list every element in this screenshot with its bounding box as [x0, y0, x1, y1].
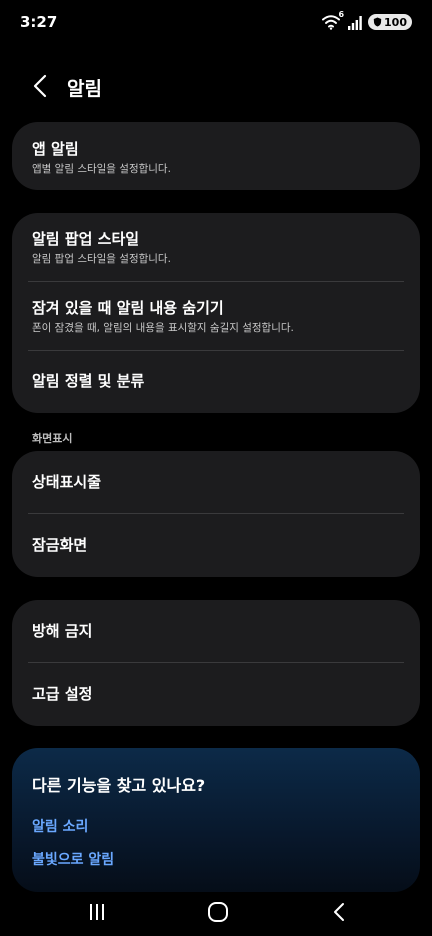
back-button[interactable]	[24, 72, 56, 100]
home-icon	[208, 902, 228, 922]
battery-icon: 100	[368, 14, 412, 30]
status-icons: 6 100	[322, 10, 412, 31]
chevron-left-icon	[33, 74, 47, 98]
sort-item[interactable]: 알림 정렬 및 분류	[12, 351, 420, 413]
app-notifications-card: 앱 알림 앱별 알림 스타일을 설정합니다.	[12, 122, 420, 190]
hide-content-item[interactable]: 잠겨 있을 때 알림 내용 숨기기 폰이 잠겼을 때, 알림의 내용을 표시할지…	[12, 282, 420, 351]
lock-screen-item[interactable]: 잠금화면	[12, 514, 420, 577]
status-bar: 3:27 6 100	[0, 0, 432, 44]
wifi-icon: 6	[322, 10, 344, 30]
home-button[interactable]	[198, 898, 238, 926]
display-card: 상태표시줄 잠금화면	[12, 451, 420, 577]
recents-button[interactable]	[77, 898, 117, 926]
display-section-label: 화면표시	[32, 432, 73, 445]
advanced-card: 방해 금지 고급 설정	[12, 600, 420, 726]
notifications-settings-screen: 3:27 6 100 알림 앱 알림 앱별 알림 스타일을 설정합니다. 알림 …	[0, 0, 432, 936]
notification-sound-link[interactable]: 알림 소리	[32, 816, 400, 836]
recents-icon	[90, 904, 104, 920]
suggestions-card: 다른 기능을 찾고 있나요? 알림 소리 불빛으로 알림	[12, 748, 420, 892]
app-notifications-title: 앱 알림	[32, 140, 79, 158]
lock-screen-item-title: 잠금화면	[32, 536, 88, 554]
hide-content-title: 잠겨 있을 때 알림 내용 숨기기	[32, 299, 224, 317]
status-bar-item[interactable]: 상태표시줄	[12, 451, 420, 514]
battery-level: 100	[384, 15, 407, 29]
popup-style-subtitle: 알림 팝업 스타일을 설정합니다.	[32, 253, 171, 265]
nav-back-button[interactable]	[319, 898, 359, 926]
do-not-disturb-title: 방해 금지	[32, 622, 93, 640]
back-icon	[334, 903, 344, 921]
notification-style-card: 알림 팝업 스타일 알림 팝업 스타일을 설정합니다. 잠겨 있을 때 알림 내…	[12, 213, 420, 413]
popup-style-title: 알림 팝업 스타일	[32, 230, 140, 248]
app-notifications-subtitle: 앱별 알림 스타일을 설정합니다.	[32, 163, 171, 175]
status-bar-item-title: 상태표시줄	[32, 473, 102, 491]
sort-title: 알림 정렬 및 분류	[32, 372, 145, 390]
popup-style-item[interactable]: 알림 팝업 스타일 알림 팝업 스타일을 설정합니다.	[12, 213, 420, 282]
advanced-settings-item[interactable]: 고급 설정	[12, 663, 420, 726]
status-time: 3:27	[20, 13, 58, 31]
battery-shield-icon	[373, 17, 382, 27]
app-notifications-item[interactable]: 앱 알림 앱별 알림 스타일을 설정합니다.	[12, 122, 420, 190]
hide-content-subtitle: 폰이 잠겼을 때, 알림의 내용을 표시할지 숨길지 설정합니다.	[32, 322, 294, 334]
light-notification-link[interactable]: 불빛으로 알림	[32, 849, 400, 869]
signal-icon	[348, 15, 362, 30]
header: 알림	[0, 62, 432, 110]
page-title: 알림	[67, 78, 102, 100]
advanced-settings-title: 고급 설정	[32, 685, 93, 703]
wifi-badge: 6	[338, 10, 345, 19]
do-not-disturb-item[interactable]: 방해 금지	[12, 600, 420, 663]
navigation-bar	[0, 888, 432, 936]
suggestions-title: 다른 기능을 찾고 있나요?	[32, 776, 206, 795]
